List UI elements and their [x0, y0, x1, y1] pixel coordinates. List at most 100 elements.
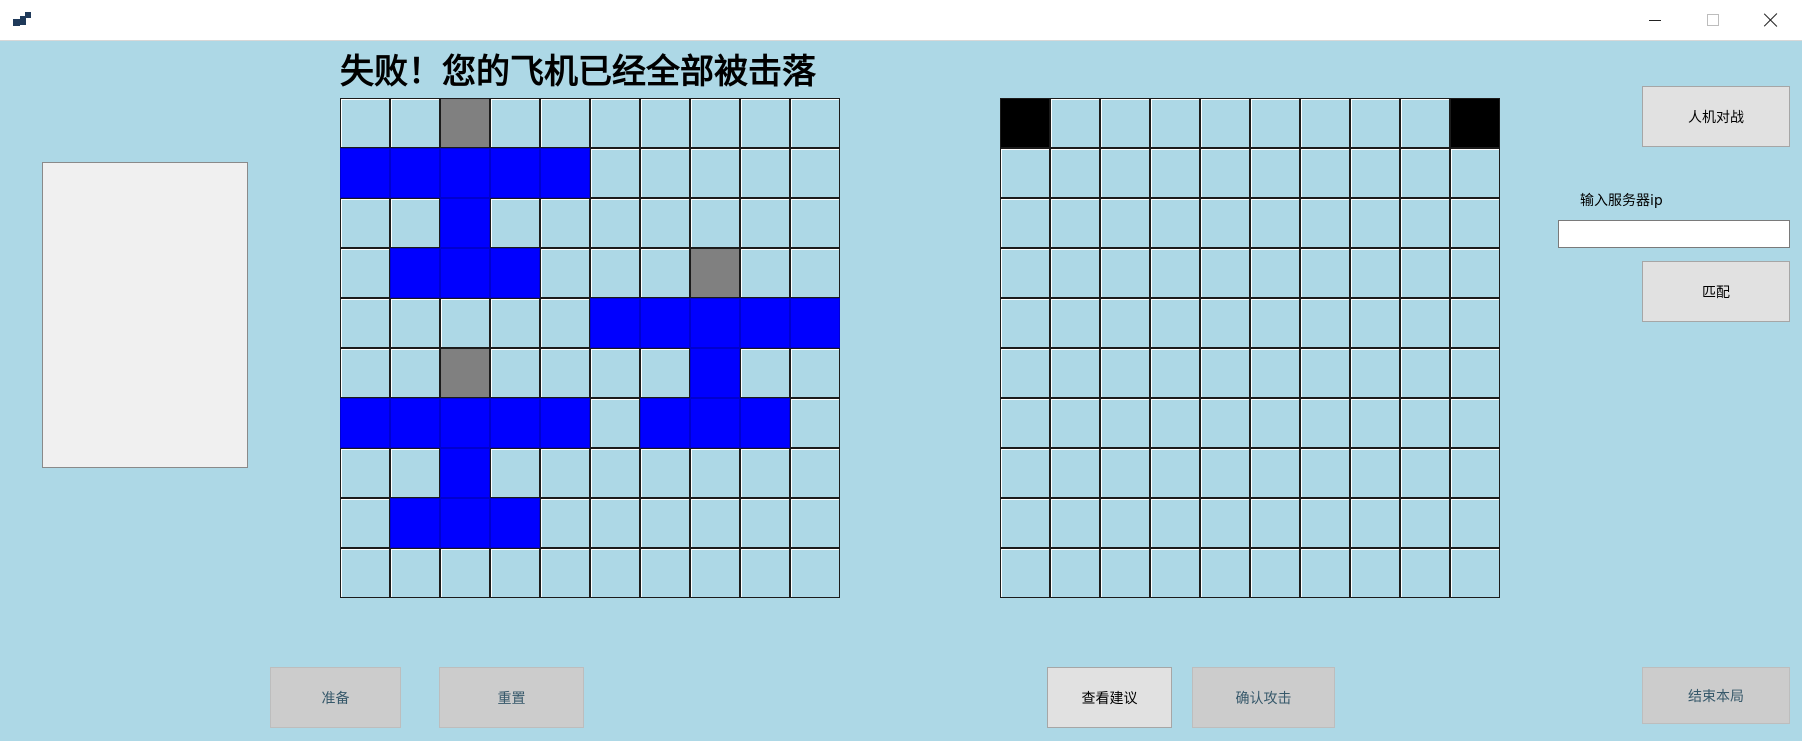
enemy-board-cell-2-0[interactable]: [1000, 198, 1050, 248]
own-board-cell-2-9[interactable]: [790, 198, 840, 248]
enemy-board-cell-2-2[interactable]: [1100, 198, 1150, 248]
enemy-board-cell-3-7[interactable]: [1350, 248, 1400, 298]
own-board-cell-8-5[interactable]: [590, 498, 640, 548]
own-board-cell-2-0[interactable]: [340, 198, 390, 248]
own-board-cell-7-5[interactable]: [590, 448, 640, 498]
own-board-cell-1-9[interactable]: [790, 148, 840, 198]
own-board-cell-8-3[interactable]: [490, 498, 540, 548]
enemy-board-cell-7-2[interactable]: [1100, 448, 1150, 498]
own-board-cell-6-4[interactable]: [540, 398, 590, 448]
server-ip-input[interactable]: [1558, 220, 1790, 248]
own-board-cell-3-2[interactable]: [440, 248, 490, 298]
own-board-cell-4-0[interactable]: [340, 298, 390, 348]
own-board-cell-8-1[interactable]: [390, 498, 440, 548]
enemy-board-cell-5-8[interactable]: [1400, 348, 1450, 398]
enemy-board-cell-8-1[interactable]: [1050, 498, 1100, 548]
enemy-board-cell-3-3[interactable]: [1150, 248, 1200, 298]
enemy-board-cell-8-0[interactable]: [1000, 498, 1050, 548]
own-board-cell-6-6[interactable]: [640, 398, 690, 448]
enemy-board-cell-0-7[interactable]: [1350, 98, 1400, 148]
enemy-board-cell-1-4[interactable]: [1200, 148, 1250, 198]
own-board-cell-3-1[interactable]: [390, 248, 440, 298]
enemy-board-cell-6-0[interactable]: [1000, 398, 1050, 448]
own-board-cell-3-8[interactable]: [740, 248, 790, 298]
own-board-cell-6-1[interactable]: [390, 398, 440, 448]
enemy-board-cell-2-1[interactable]: [1050, 198, 1100, 248]
enemy-board-cell-1-8[interactable]: [1400, 148, 1450, 198]
enemy-board-cell-6-3[interactable]: [1150, 398, 1200, 448]
own-board-cell-1-3[interactable]: [490, 148, 540, 198]
own-board-cell-6-7[interactable]: [690, 398, 740, 448]
enemy-board-cell-1-3[interactable]: [1150, 148, 1200, 198]
enemy-board-cell-2-5[interactable]: [1250, 198, 1300, 248]
own-board-cell-7-3[interactable]: [490, 448, 540, 498]
own-board-cell-6-0[interactable]: [340, 398, 390, 448]
enemy-board-cell-5-2[interactable]: [1100, 348, 1150, 398]
own-board-cell-1-2[interactable]: [440, 148, 490, 198]
enemy-board-cell-1-2[interactable]: [1100, 148, 1150, 198]
enemy-board-cell-0-0[interactable]: [1000, 98, 1050, 148]
own-board-cell-2-4[interactable]: [540, 198, 590, 248]
enemy-board-cell-4-7[interactable]: [1350, 298, 1400, 348]
own-board-cell-4-9[interactable]: [790, 298, 840, 348]
enemy-board-cell-5-4[interactable]: [1200, 348, 1250, 398]
enemy-board-cell-2-7[interactable]: [1350, 198, 1400, 248]
own-board-cell-1-5[interactable]: [590, 148, 640, 198]
own-board-cell-7-9[interactable]: [790, 448, 840, 498]
own-board-cell-9-0[interactable]: [340, 548, 390, 598]
enemy-board-cell-3-0[interactable]: [1000, 248, 1050, 298]
enemy-board-cell-5-6[interactable]: [1300, 348, 1350, 398]
own-board-cell-5-5[interactable]: [590, 348, 640, 398]
own-board-cell-3-0[interactable]: [340, 248, 390, 298]
enemy-board-cell-7-9[interactable]: [1450, 448, 1500, 498]
close-button[interactable]: [1742, 0, 1800, 40]
own-board-cell-4-1[interactable]: [390, 298, 440, 348]
enemy-board-cell-6-6[interactable]: [1300, 398, 1350, 448]
own-board-cell-3-3[interactable]: [490, 248, 540, 298]
own-board-cell-0-1[interactable]: [390, 98, 440, 148]
own-board-cell-0-9[interactable]: [790, 98, 840, 148]
own-board-cell-4-7[interactable]: [690, 298, 740, 348]
enemy-board-cell-8-2[interactable]: [1100, 498, 1150, 548]
own-board-cell-6-2[interactable]: [440, 398, 490, 448]
enemy-board-cell-9-5[interactable]: [1250, 548, 1300, 598]
enemy-board-cell-4-5[interactable]: [1250, 298, 1300, 348]
enemy-board-cell-1-6[interactable]: [1300, 148, 1350, 198]
own-board-cell-4-8[interactable]: [740, 298, 790, 348]
maximize-button[interactable]: [1684, 0, 1742, 40]
own-board-cell-0-8[interactable]: [740, 98, 790, 148]
enemy-board-cell-8-6[interactable]: [1300, 498, 1350, 548]
enemy-board-cell-5-9[interactable]: [1450, 348, 1500, 398]
enemy-board-cell-9-8[interactable]: [1400, 548, 1450, 598]
own-board-cell-1-6[interactable]: [640, 148, 690, 198]
view-suggestion-button[interactable]: 查看建议: [1047, 667, 1172, 728]
own-board-cell-7-7[interactable]: [690, 448, 740, 498]
own-board-cell-8-2[interactable]: [440, 498, 490, 548]
enemy-board-cell-6-1[interactable]: [1050, 398, 1100, 448]
own-board-cell-5-7[interactable]: [690, 348, 740, 398]
enemy-board-cell-4-4[interactable]: [1200, 298, 1250, 348]
own-board-cell-5-8[interactable]: [740, 348, 790, 398]
own-board-cell-1-0[interactable]: [340, 148, 390, 198]
enemy-board-cell-2-9[interactable]: [1450, 198, 1500, 248]
own-board-cell-2-3[interactable]: [490, 198, 540, 248]
enemy-board-cell-2-6[interactable]: [1300, 198, 1350, 248]
enemy-board-cell-3-9[interactable]: [1450, 248, 1500, 298]
own-board-cell-3-6[interactable]: [640, 248, 690, 298]
own-board-cell-8-9[interactable]: [790, 498, 840, 548]
own-board-cell-4-2[interactable]: [440, 298, 490, 348]
own-board-cell-0-2[interactable]: [440, 98, 490, 148]
match-button[interactable]: 匹配: [1642, 261, 1790, 322]
own-board-cell-9-2[interactable]: [440, 548, 490, 598]
enemy-board-cell-8-8[interactable]: [1400, 498, 1450, 548]
own-board-cell-9-7[interactable]: [690, 548, 740, 598]
enemy-board-cell-3-8[interactable]: [1400, 248, 1450, 298]
enemy-board-cell-9-3[interactable]: [1150, 548, 1200, 598]
enemy-board-cell-4-0[interactable]: [1000, 298, 1050, 348]
enemy-board-cell-3-1[interactable]: [1050, 248, 1100, 298]
own-board-cell-4-5[interactable]: [590, 298, 640, 348]
enemy-board-cell-3-2[interactable]: [1100, 248, 1150, 298]
own-board-cell-5-9[interactable]: [790, 348, 840, 398]
own-board-cell-8-8[interactable]: [740, 498, 790, 548]
enemy-board-cell-4-6[interactable]: [1300, 298, 1350, 348]
